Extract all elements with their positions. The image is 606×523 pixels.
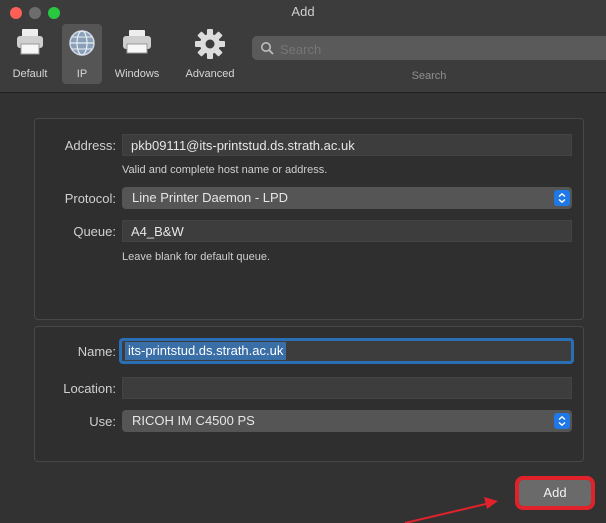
add-printer-window: Add Default IP Windows Advanced Search S… — [0, 0, 606, 523]
annotation-arrow — [404, 497, 498, 523]
